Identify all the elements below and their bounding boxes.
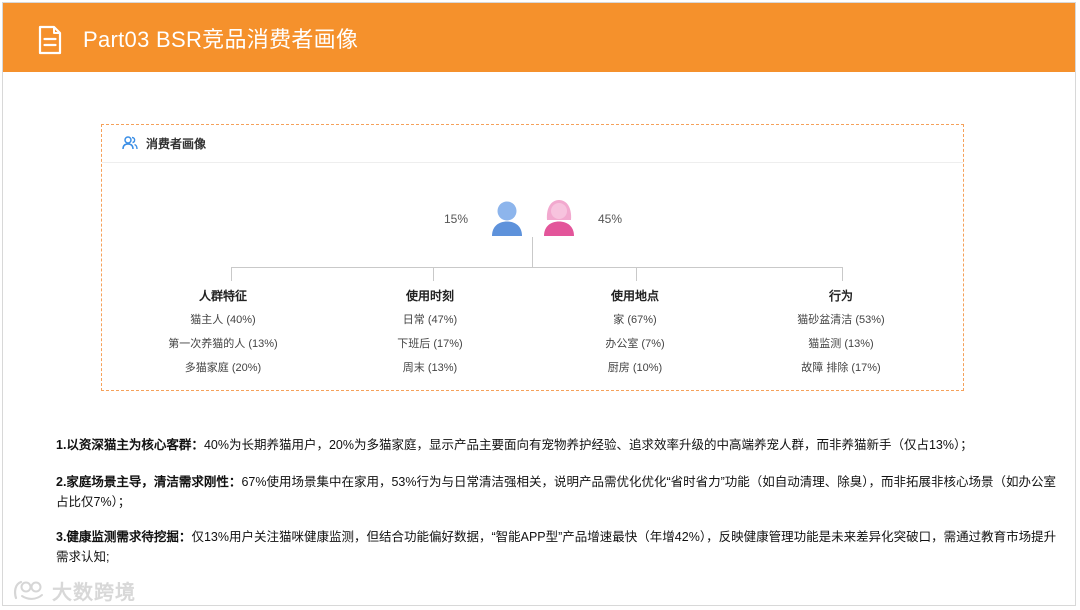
column-title: 使用时刻 (405, 289, 454, 303)
column-title: 使用地点 (610, 289, 659, 303)
insight-heading: 2.家庭场景主导，清洁需求刚性： (56, 475, 242, 489)
column-item: 猫监测 (13%) (808, 338, 874, 350)
insight-body: 仅13%用户关注猫咪健康监测，但结合功能偏好数据，“智能APP型”产品增速最快（… (56, 530, 1057, 564)
column-item: 日常 (47%) (402, 314, 458, 326)
insight-paragraph: 1.以资深猫主为核心客群：40%为长期养猫用户，20%为多猫家庭，显示产品主要面… (56, 435, 1062, 455)
tree-branch-line (231, 267, 842, 268)
people-icon (122, 136, 138, 150)
page-title: Part03 BSR竞品消费者画像 (83, 27, 359, 52)
tree-drop-line (636, 267, 637, 281)
column-usage-time: 使用时刻 日常 (47%) 下班后 (17%) 周末 (13%) (340, 284, 520, 380)
column-item: 多猫家庭 (20%) (184, 362, 262, 374)
column-title: 行为 (828, 289, 853, 303)
column-item: 猫砂盆清洁 (53%) (797, 314, 885, 326)
column-usage-location: 使用地点 家 (67%) 办公室 (7%) 厨房 (10%) (545, 284, 725, 380)
male-percentage: 15% (444, 212, 469, 226)
watermark-text: 大数跨境 (52, 581, 136, 604)
column-item: 下班后 (17%) (397, 338, 463, 350)
tree-trunk-line (532, 237, 533, 267)
insight-paragraph: 2.家庭场景主导，清洁需求刚性：67%使用场景集中在家用，53%行为与日常清洁强… (56, 472, 1062, 512)
slide-header: Part03 BSR竞品消费者画像 (3, 3, 1075, 72)
column-item: 厨房 (10%) (607, 362, 663, 374)
male-avatar-icon (492, 201, 522, 236)
consumer-profile-panel: 消费者画像 15% 45% 人群特征 猫主人 (40%) 第一次养猫的人 (13… (101, 124, 964, 391)
column-item: 猫主人 (40%) (190, 314, 256, 326)
document-icon (38, 25, 62, 55)
column-item: 第一次养猫的人 (13%) (168, 338, 278, 350)
insight-paragraph: 3.健康监测需求待挖掘：仅13%用户关注猫咪健康监测，但结合功能偏好数据，“智能… (56, 527, 1062, 567)
panel-header: 消费者画像 (122, 133, 206, 153)
panel-title: 消费者画像 (146, 136, 207, 151)
insight-heading: 1.以资深猫主为核心客群： (56, 438, 204, 452)
watermark: 大数跨境 (12, 576, 136, 604)
column-item: 办公室 (7%) (605, 338, 665, 350)
tree-drop-line (433, 267, 434, 281)
brand-logo-icon (13, 580, 43, 600)
column-behavior: 行为 猫砂盆清洁 (53%) 猫监测 (13%) 故障 排除 (17%) (751, 284, 931, 380)
column-item: 周末 (13%) (402, 362, 458, 374)
insight-body: 40%为长期养猫用户，20%为多猫家庭，显示产品主要面向有宠物养护经验、追求效率… (203, 438, 973, 452)
panel-divider (102, 162, 963, 163)
column-title: 人群特征 (198, 289, 247, 303)
column-item: 家 (67%) (613, 314, 657, 326)
column-item: 故障 排除 (17%) (801, 362, 881, 374)
tree-drop-line (842, 267, 843, 281)
insight-heading: 3.健康监测需求待挖掘： (56, 530, 192, 544)
tree-drop-line (231, 267, 232, 281)
female-avatar-icon (544, 200, 574, 236)
female-percentage: 45% (598, 212, 623, 226)
column-demographics: 人群特征 猫主人 (40%) 第一次养猫的人 (13%) 多猫家庭 (20%) (133, 284, 313, 380)
